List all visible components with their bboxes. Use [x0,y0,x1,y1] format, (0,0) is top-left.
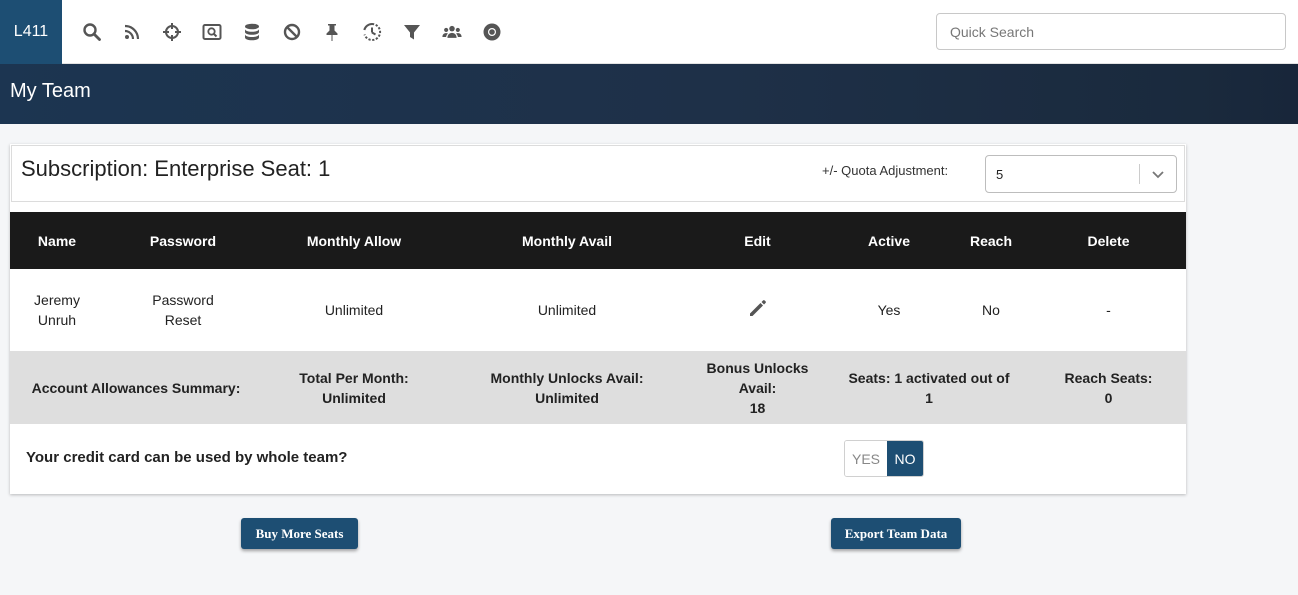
summary-unlocks-label: Monthly Unlocks Avail: [490,369,644,386]
quick-search-input[interactable] [936,13,1286,50]
chevron-down-icon[interactable] [1149,165,1167,183]
column-header-monthly-allow[interactable]: Monthly Allow [262,212,446,269]
team-card: Subscription: Enterprise Seat: 1 +/- Quo… [10,144,1186,494]
column-header-active[interactable]: Active [827,212,951,269]
summary-unlocks: Monthly Unlocks Avail: Unlimited [446,351,688,424]
table-header-row: Name Password Monthly Allow Monthly Avai… [10,212,1186,269]
summary-label: Account Allowances Summary: [10,351,262,424]
buy-more-seats-button[interactable]: Buy More Seats [241,518,358,549]
summary-bonus-label: Bonus Unlocks Avail: [706,359,809,396]
search-box-icon[interactable] [192,17,232,47]
credit-card-sharing-toggle[interactable]: YES NO [844,440,924,477]
member-first-name: Jeremy [34,292,80,308]
toggle-yes[interactable]: YES [845,441,887,476]
delete-cell: - [1031,269,1186,351]
pencil-icon[interactable] [747,297,769,319]
team-icon[interactable] [432,17,472,47]
select-separator [1139,164,1140,184]
summary-total: Total Per Month: Unlimited [262,351,446,424]
table-row: Jeremy Unruh Password Reset Unlimited Un… [10,269,1186,351]
password-reset-link[interactable]: Password Reset [104,269,262,351]
top-navbar: L411 [0,0,1298,64]
summary-total-value: Unlimited [322,389,386,406]
summary-bonus: Bonus Unlocks Avail: 18 [688,351,827,424]
subscription-title: Subscription: Enterprise Seat: 1 [21,156,331,181]
page-title: My Team [10,80,91,102]
column-header-monthly-avail[interactable]: Monthly Avail [446,212,688,269]
column-header-password[interactable]: Password [104,212,262,269]
filter-icon[interactable] [392,17,432,47]
monthly-allow-cell: Unlimited [262,269,446,351]
member-name-cell: Jeremy Unruh [10,269,104,351]
password-reset-text-2: Reset [164,312,202,328]
credit-card-sharing-row: Your credit card can be used by whole te… [10,424,1186,494]
rss-icon[interactable] [112,17,152,47]
credit-card-sharing-label: Your credit card can be used by whole te… [26,449,348,466]
quota-adjustment-label: +/- Quota Adjustment: [822,163,949,178]
summary-seats: Seats: 1 activated out of 1 [827,351,1031,424]
quota-adjustment-value: 5 [996,167,1004,182]
summary-unlocks-value: Unlimited [535,389,599,406]
app-logo[interactable]: L411 [0,0,62,64]
nav-icon-bar [72,17,512,47]
ban-icon[interactable] [272,17,312,47]
team-table: Name Password Monthly Allow Monthly Avai… [10,212,1186,424]
search-icon[interactable] [72,17,112,47]
column-header-delete: Delete [1031,212,1186,269]
crosshair-icon[interactable] [152,17,192,47]
quota-adjustment-select[interactable]: 5 [985,155,1177,193]
summary-seats-label: Seats: 1 activated out of [848,369,1010,386]
pin-icon[interactable] [312,17,352,47]
column-header-reach[interactable]: Reach [951,212,1031,269]
summary-reach: Reach Seats: 0 [1031,351,1186,424]
password-reset-text-1: Password [152,292,214,308]
summary-seats-value: 1 [925,389,933,406]
subscription-header: Subscription: Enterprise Seat: 1 +/- Quo… [11,145,1185,202]
column-header-edit: Edit [688,212,827,269]
active-cell[interactable]: Yes [827,269,951,351]
allowances-summary-row: Account Allowances Summary: Total Per Mo… [10,351,1186,424]
page-header: My Team [0,64,1298,124]
database-icon[interactable] [232,17,272,47]
summary-total-label: Total Per Month: [299,369,409,386]
chrome-icon[interactable] [472,17,512,47]
export-team-data-button[interactable]: Export Team Data [831,518,961,549]
column-header-name[interactable]: Name [10,212,104,269]
summary-bonus-value: 18 [749,399,766,416]
member-last-name: Unruh [37,312,77,328]
summary-reach-value: 0 [1104,389,1113,406]
toggle-no[interactable]: NO [887,441,923,476]
monthly-avail-cell: Unlimited [446,269,688,351]
edit-cell [688,269,827,351]
reach-cell[interactable]: No [951,269,1031,351]
summary-reach-label: Reach Seats: [1064,369,1153,386]
history-icon[interactable] [352,17,392,47]
